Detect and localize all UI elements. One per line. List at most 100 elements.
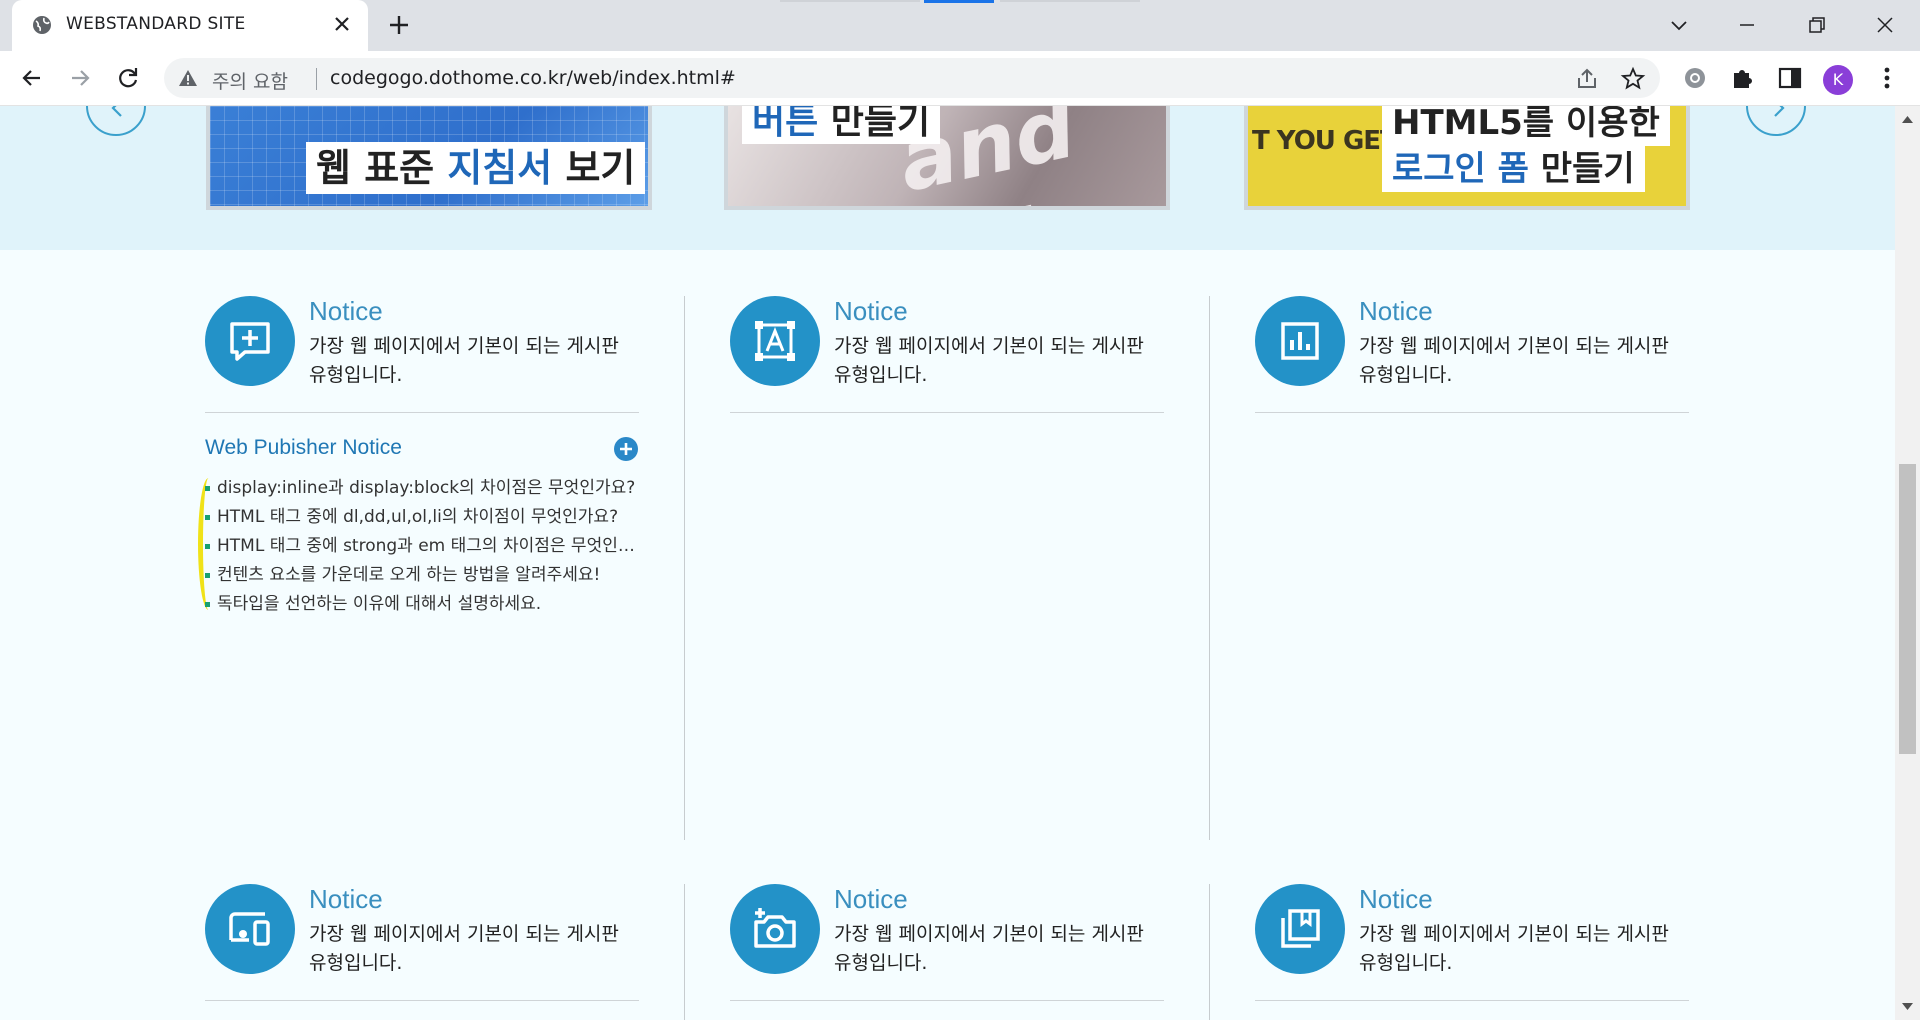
- slide-html5-login-form[interactable]: T YOU GET HTML5를 이용한 로그인 폼 만들기: [1244, 106, 1690, 210]
- side-panel-icon[interactable]: [1776, 64, 1804, 92]
- scrollbar-thumb[interactable]: [1899, 464, 1916, 754]
- slide-caption: 웹 표준 지침서 보기: [306, 142, 646, 194]
- bullet-icon: [205, 573, 210, 578]
- bullet-icon: [205, 602, 210, 607]
- column-divider: [684, 296, 685, 840]
- close-tab-icon[interactable]: [330, 12, 354, 36]
- scroll-up-icon[interactable]: [1901, 114, 1914, 124]
- scroll-down-icon[interactable]: [1901, 1002, 1914, 1012]
- list-item[interactable]: 독타입을 선언하는 이유에 대해서 설명하세요.: [205, 590, 637, 619]
- security-warning-label[interactable]: 주의 요함: [212, 67, 288, 94]
- card-title[interactable]: Notice: [834, 296, 908, 327]
- url-text[interactable]: codegogo.dothome.co.kr/web/index.html#: [330, 67, 736, 89]
- slide-caption: 버튼 만들기: [742, 106, 941, 144]
- slide-caption-part: 만들기: [1528, 149, 1635, 189]
- card-icon-circle: [1255, 884, 1345, 974]
- extension-gear-icon[interactable]: [1681, 64, 1709, 92]
- slide-caption-part: 웹 표준: [316, 146, 448, 190]
- bullet-icon: [205, 544, 210, 549]
- extensions-puzzle-icon[interactable]: [1729, 64, 1757, 92]
- card-title[interactable]: Notice: [834, 884, 908, 915]
- bullet-icon: [205, 486, 210, 491]
- card-description: 가장 웹 페이지에서 기본이 되는 게시판 유형입니다.: [834, 335, 1144, 386]
- list-item-text[interactable]: display:inline과 display:block의 차이점은 무엇인가…: [217, 478, 635, 498]
- bookmark-star-icon[interactable]: [1620, 66, 1646, 92]
- restore-icon[interactable]: [1800, 8, 1834, 42]
- card-divider: [205, 412, 639, 413]
- tab-title: WEBSTANDARD SITE: [66, 14, 246, 34]
- reload-icon[interactable]: [114, 64, 142, 92]
- card-description: 가장 웹 페이지에서 기본이 되는 게시판 유형입니다.: [1359, 335, 1669, 386]
- address-bar[interactable]: 주의 요함 codegogo.dothome.co.kr/web/index.h…: [164, 58, 1660, 98]
- card-description: 가장 웹 페이지에서 기본이 되는 게시판 유형입니다.: [309, 335, 619, 386]
- tab-search-chevron-icon[interactable]: [1662, 8, 1696, 42]
- card-title[interactable]: Notice: [1359, 884, 1433, 915]
- tab-strip-accent: [924, 0, 994, 3]
- slide-caption: 로그인 폼 만들기: [1382, 146, 1645, 192]
- page-viewport: 웹 표준 지침서 보기 and inte 버튼 만들기 T YOU GET HT…: [0, 106, 1895, 1020]
- slide-caption-part: 보기: [552, 146, 636, 190]
- list-item[interactable]: 컨텐츠 요소를 가운데로 오게 하는 방법을 알려주세요!: [205, 561, 637, 590]
- close-window-icon[interactable]: [1868, 8, 1902, 42]
- new-tab-icon[interactable]: [386, 12, 412, 38]
- chevron-left-icon: [111, 106, 122, 117]
- column-divider: [1209, 296, 1210, 840]
- share-icon[interactable]: [1574, 66, 1600, 92]
- column-divider: [684, 884, 685, 1020]
- warning-icon[interactable]: [178, 68, 198, 88]
- library-icon: [1281, 909, 1320, 948]
- back-arrow-icon[interactable]: [18, 64, 46, 92]
- card-divider: [1255, 1000, 1689, 1001]
- chevron-right-icon: [1774, 106, 1785, 117]
- browser-tab[interactable]: WEBSTANDARD SITE: [12, 0, 368, 51]
- card-divider: [730, 1000, 1164, 1001]
- slide-caption-highlight: 지침서: [447, 146, 553, 190]
- bar-chart-icon: [1281, 322, 1319, 360]
- slide-caption-highlight: 로그인 폼: [1392, 149, 1529, 189]
- slide-caption-part: 만들기: [818, 106, 931, 142]
- card-divider: [205, 1000, 639, 1001]
- text-frame-icon: [755, 321, 795, 361]
- forward-arrow-icon[interactable]: [66, 64, 94, 92]
- add-photo-icon: [754, 908, 796, 948]
- more-menu-icon[interactable]: [1873, 64, 1901, 92]
- list-item[interactable]: HTML 태그 중에 dl,dd,ul,ol,li의 차이점이 무엇인가요?: [205, 503, 637, 532]
- slide-deco-text: T YOU GET: [1252, 126, 1398, 156]
- minimize-icon[interactable]: [1730, 8, 1764, 42]
- card-divider: [730, 412, 1164, 413]
- add-comment-icon: [230, 322, 270, 361]
- list-item-text[interactable]: 컨텐츠 요소를 가운데로 오게 하는 방법을 알려주세요!: [217, 565, 600, 585]
- tab-strip-divider: [780, 0, 920, 2]
- card-title[interactable]: Notice: [309, 296, 383, 327]
- slider-prev-button[interactable]: [86, 106, 146, 136]
- slide-caption: HTML5를 이용한: [1382, 106, 1670, 146]
- url-separator: [316, 68, 317, 90]
- notice-more-button[interactable]: [614, 437, 638, 461]
- list-item-text[interactable]: HTML 태그 중에 dl,dd,ul,ol,li의 차이점이 무엇인가요?: [217, 507, 618, 527]
- list-item-text[interactable]: 독타입을 선언하는 이유에 대해서 설명하세요.: [217, 594, 541, 614]
- notice-list-heading[interactable]: Web Pubisher Notice: [205, 436, 402, 460]
- devices-icon: [229, 912, 270, 946]
- card-description: 가장 웹 페이지에서 기본이 되는 게시판 유형입니다.: [834, 923, 1144, 974]
- card-description: 가장 웹 페이지에서 기본이 되는 게시판 유형입니다.: [1359, 923, 1669, 974]
- card-icon-circle: [730, 296, 820, 386]
- slide-web-standard-guide[interactable]: 웹 표준 지침서 보기: [206, 106, 652, 210]
- slide-button-tutorial[interactable]: and inte 버튼 만들기: [724, 106, 1170, 210]
- card-title[interactable]: Notice: [309, 884, 383, 915]
- list-item[interactable]: HTML 태그 중에 strong과 em 태그의 차이점은 무엇인가요?: [205, 532, 637, 561]
- list-item-text[interactable]: HTML 태그 중에 strong과 em 태그의 차이점은 무엇인가요?: [217, 536, 637, 556]
- tab-strip-divider: [1000, 0, 1140, 2]
- card-title[interactable]: Notice: [1359, 296, 1433, 327]
- profile-avatar[interactable]: K: [1823, 65, 1853, 95]
- slider-next-button[interactable]: [1746, 106, 1806, 136]
- column-divider: [1209, 884, 1210, 1020]
- list-item[interactable]: display:inline과 display:block의 차이점은 무엇인가…: [205, 474, 637, 503]
- slide-caption-highlight: 버튼: [752, 106, 819, 142]
- page-scrollbar[interactable]: [1895, 106, 1920, 1020]
- banner-slider: 웹 표준 지침서 보기 and inte 버튼 만들기 T YOU GET HT…: [0, 106, 1895, 250]
- card-icon-circle: [205, 884, 295, 974]
- globe-icon: [33, 16, 51, 34]
- plus-icon: [620, 443, 632, 455]
- notice-list: display:inline과 display:block의 차이점은 무엇인가…: [205, 474, 637, 619]
- card-divider: [1255, 412, 1689, 413]
